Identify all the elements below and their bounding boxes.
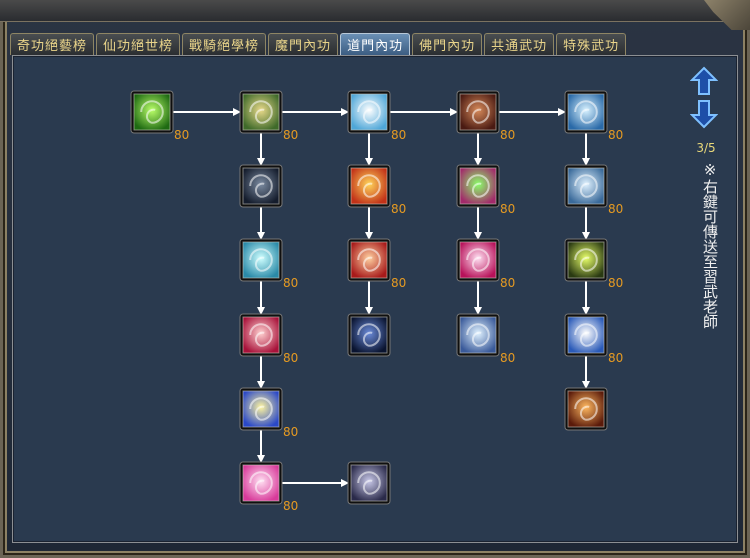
skill-level: 80 bbox=[500, 351, 515, 365]
skill-level: 80 bbox=[500, 276, 515, 290]
pink-ring-icon bbox=[460, 242, 496, 278]
skill-level: 80 bbox=[283, 499, 298, 513]
skill-node[interactable]: 80 bbox=[564, 238, 623, 290]
landscape-icon bbox=[243, 94, 279, 130]
rainbow-burst-icon bbox=[460, 168, 496, 204]
page-indicator: 3/5 bbox=[696, 141, 716, 155]
ice-crystal-icon bbox=[351, 94, 387, 130]
warrior-body-icon bbox=[460, 94, 496, 130]
wind-spiral-icon bbox=[568, 168, 604, 204]
water-wave-icon bbox=[460, 317, 496, 353]
skill-tree: 80 80 80 80 80 80 80 80 80 80 80 80 80 80 80 80 80 bbox=[130, 90, 623, 513]
skill-node[interactable]: 80 bbox=[347, 90, 406, 142]
skill-level: 80 bbox=[608, 276, 623, 290]
skill-node[interactable]: 80 bbox=[239, 90, 298, 142]
skill-node[interactable]: 80 bbox=[239, 313, 298, 365]
skill-node[interactable]: 80 bbox=[564, 313, 623, 365]
skill-node[interactable]: 80 bbox=[564, 90, 623, 142]
skill-node[interactable]: 80 bbox=[347, 238, 406, 290]
scroll-up-button[interactable] bbox=[689, 66, 719, 100]
skill-level: 80 bbox=[391, 276, 406, 290]
skill-node[interactable]: 80 bbox=[347, 164, 406, 216]
golden-sun-icon bbox=[243, 391, 279, 427]
skill-node[interactable] bbox=[347, 313, 391, 357]
down-arrow-icon bbox=[689, 100, 719, 129]
skill-node[interactable]: 80 bbox=[456, 313, 515, 365]
crescent-moon-icon bbox=[351, 465, 387, 501]
star-field-icon bbox=[351, 317, 387, 353]
blue-swirl-icon bbox=[568, 94, 604, 130]
skill-node[interactable] bbox=[239, 164, 283, 208]
scroll-down-button[interactable] bbox=[689, 99, 719, 133]
fire-orb-icon bbox=[351, 168, 387, 204]
lightning-burst-icon bbox=[568, 317, 604, 353]
skill-node[interactable]: 80 bbox=[564, 164, 623, 216]
skill-level: 80 bbox=[283, 128, 298, 142]
skill-level: 80 bbox=[283, 425, 298, 439]
skill-node[interactable]: 80 bbox=[456, 164, 515, 216]
ember-glow-icon bbox=[568, 391, 604, 427]
skill-node[interactable] bbox=[347, 461, 391, 505]
skill-level: 80 bbox=[500, 202, 515, 216]
skill-level: 80 bbox=[283, 276, 298, 290]
skill-level: 80 bbox=[391, 202, 406, 216]
skill-node[interactable]: 80 bbox=[239, 461, 298, 513]
skill-nodes: 80 80 80 80 80 80 80 80 80 80 80 80 80 80 80 80 80 bbox=[130, 90, 623, 513]
skill-level: 80 bbox=[283, 351, 298, 365]
skill-level: 80 bbox=[608, 128, 623, 142]
skill-level: 80 bbox=[608, 351, 623, 365]
skill-node[interactable] bbox=[564, 387, 608, 431]
moon-night-icon bbox=[243, 168, 279, 204]
skill-node[interactable]: 80 bbox=[239, 238, 298, 290]
skill-node[interactable]: 80 bbox=[456, 238, 515, 290]
up-arrow-icon bbox=[689, 66, 719, 95]
red-spiral-icon bbox=[351, 242, 387, 278]
skill-level: 80 bbox=[391, 128, 406, 142]
green-comet-icon bbox=[134, 94, 170, 130]
skill-level: 80 bbox=[500, 128, 515, 142]
crimson-drop-icon bbox=[243, 317, 279, 353]
skill-node[interactable]: 80 bbox=[130, 90, 189, 142]
skill-node[interactable]: 80 bbox=[456, 90, 515, 142]
green-spiral-icon bbox=[568, 242, 604, 278]
hint-text: ※右鍵可傳送至習武老師 bbox=[701, 161, 719, 329]
water-vortex-icon bbox=[243, 242, 279, 278]
skill-level: 80 bbox=[608, 202, 623, 216]
pink-vortex-icon bbox=[243, 465, 279, 501]
skill-node[interactable]: 80 bbox=[239, 387, 298, 439]
skill-level: 80 bbox=[174, 128, 189, 142]
